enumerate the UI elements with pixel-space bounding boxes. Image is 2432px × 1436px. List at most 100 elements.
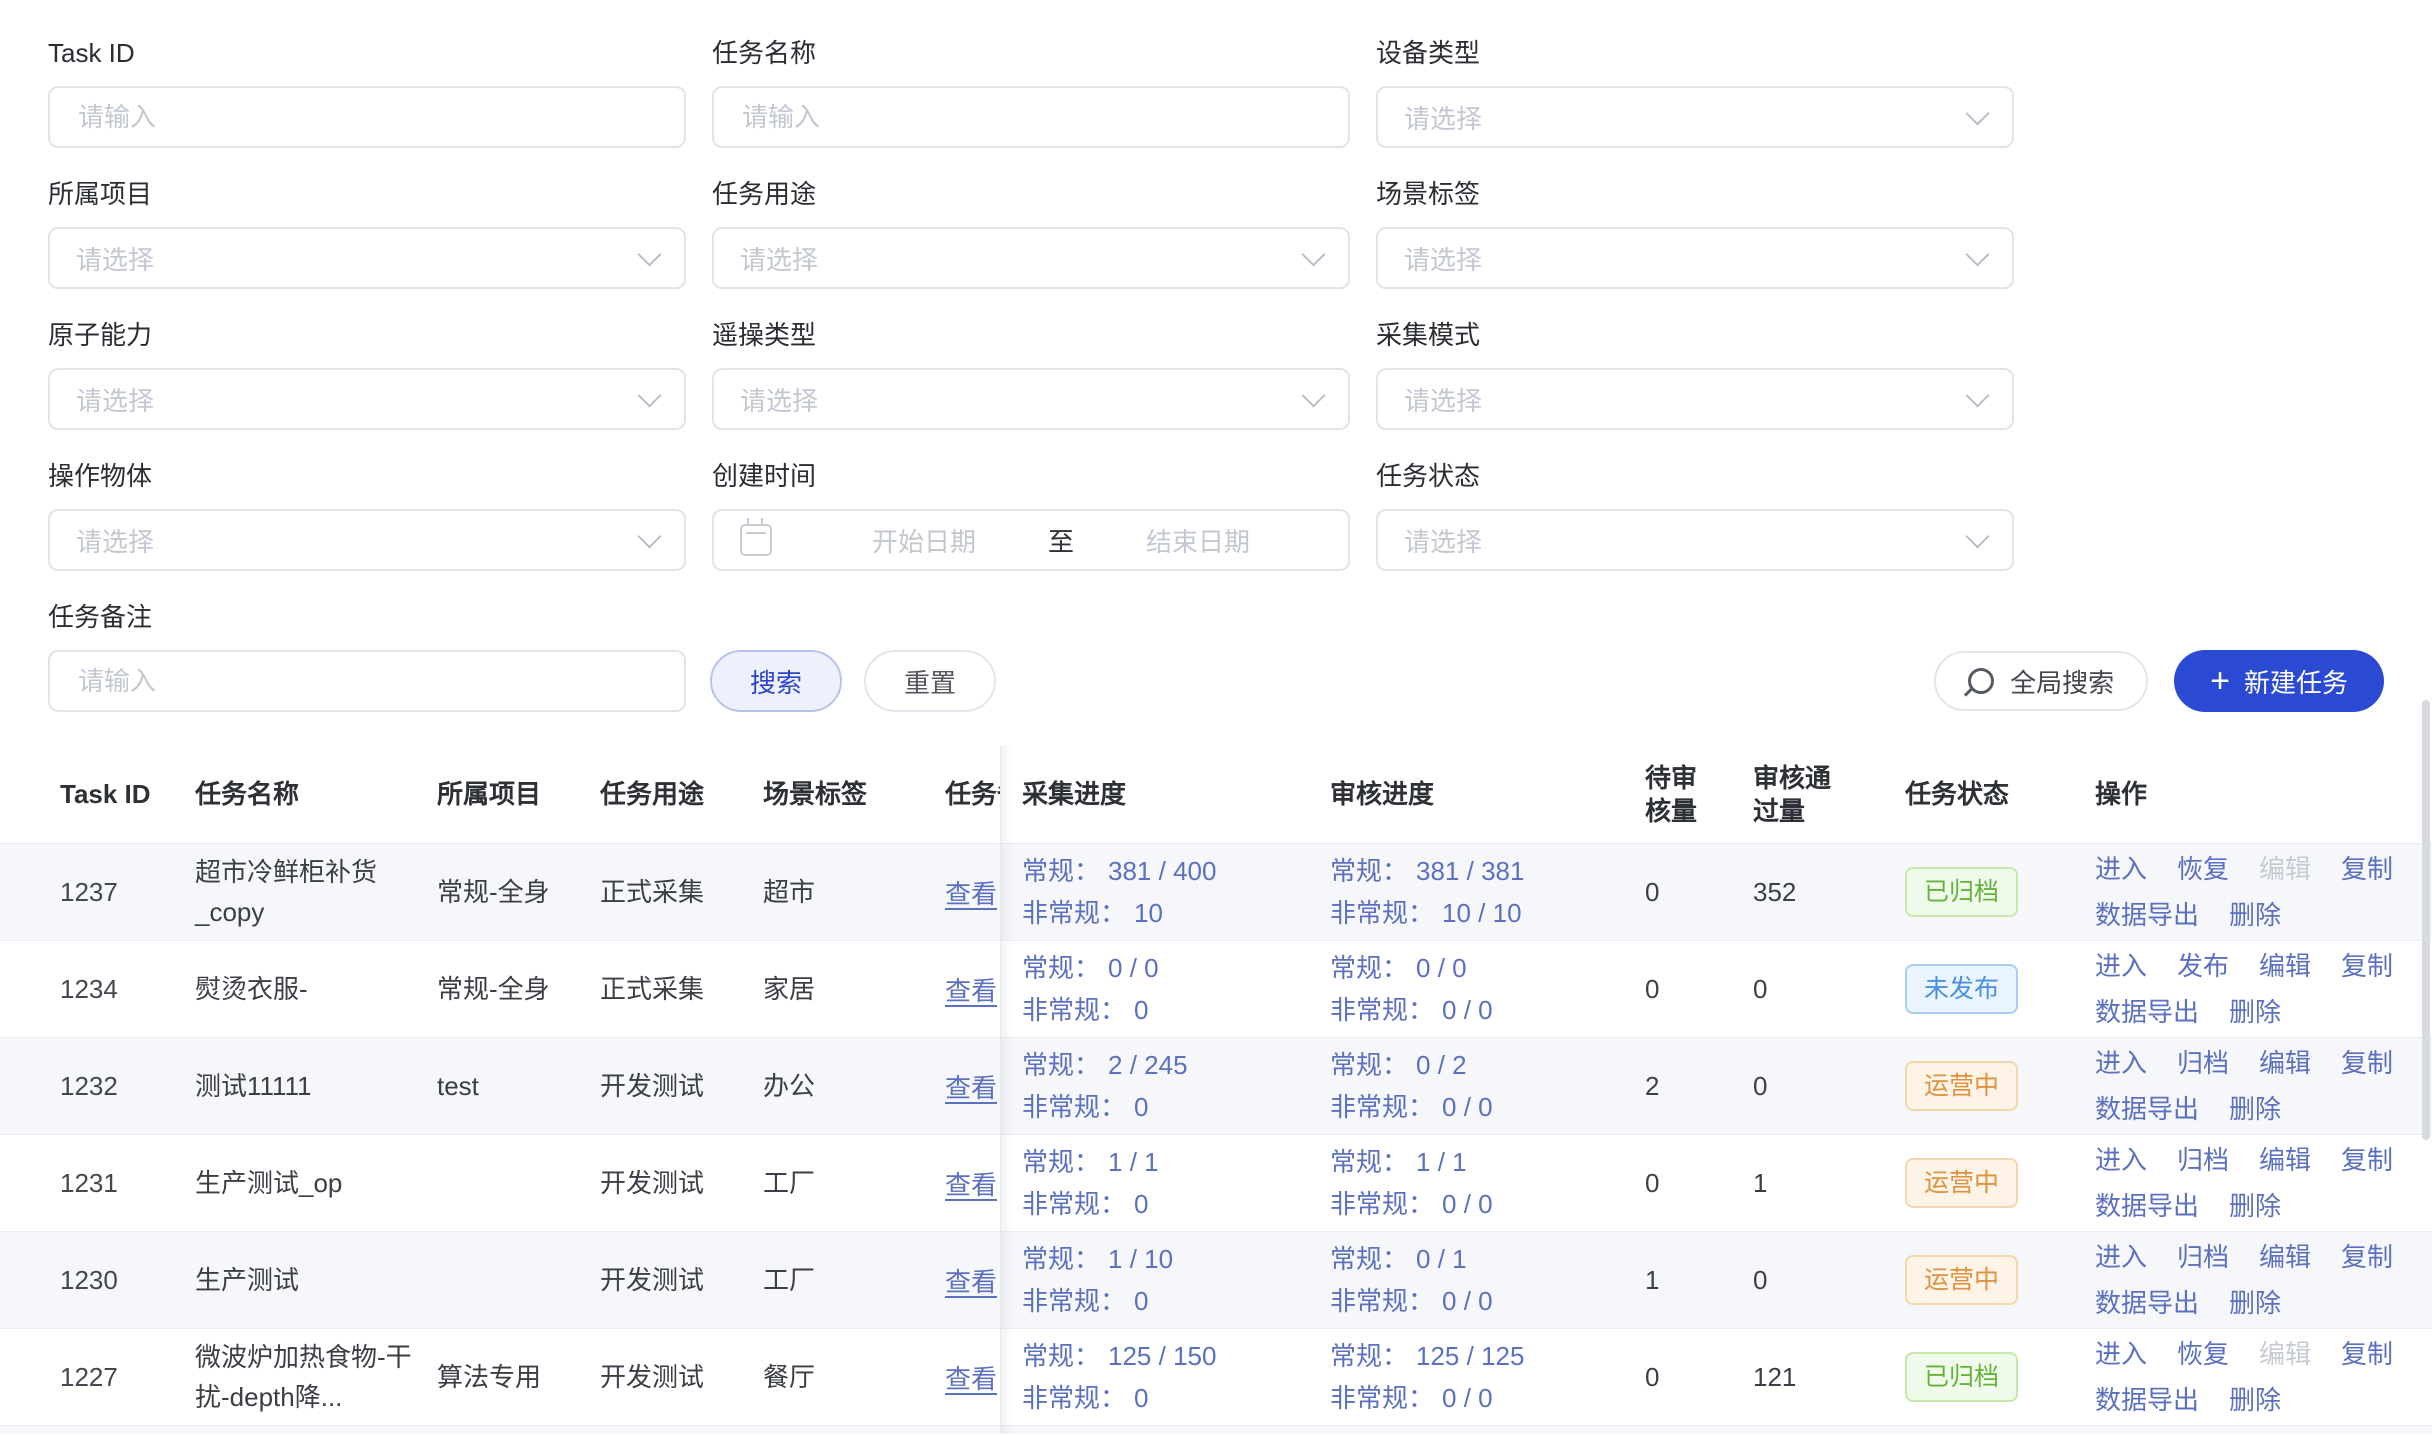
select-placeholder: 请选择 <box>76 522 154 559</box>
filter-select-device-type[interactable]: 请选择 <box>1376 86 2014 148</box>
project-value: test <box>437 1066 479 1106</box>
progress-label: 非常规： <box>1330 1189 1434 1219</box>
action-export[interactable]: 数据导出 <box>2095 995 2199 1029</box>
progress-value: 1 / 1 <box>1416 1147 1467 1177</box>
progress-label: 常规： <box>1330 953 1408 983</box>
chevron-down-icon <box>637 524 661 548</box>
filter-label-object: 操作物体 <box>48 459 686 493</box>
progress-line: 常规：381 / 400 <box>1022 850 1216 892</box>
action-enter[interactable]: 进入 <box>2095 1337 2147 1371</box>
approved-count: 121 <box>1753 1362 1796 1393</box>
action-edit[interactable]: 编辑 <box>2259 1143 2311 1177</box>
filter-select-object[interactable]: 请选择 <box>48 509 686 571</box>
pending-count: 0 <box>1645 877 1659 908</box>
action-edit[interactable]: 编辑 <box>2259 1046 2311 1080</box>
task-id-value: 1234 <box>60 974 118 1005</box>
action-export[interactable]: 数据导出 <box>2095 898 2199 932</box>
action-enter[interactable]: 进入 <box>2095 1143 2147 1177</box>
action-delete[interactable]: 删除 <box>2229 1189 2281 1223</box>
search-icon <box>1968 668 1994 694</box>
column-header-purpose: 任务用途 <box>600 746 763 843</box>
view-remark-link[interactable]: 查看 <box>945 874 997 911</box>
cell-remark: 查看 <box>945 844 1000 940</box>
action-delete[interactable]: 删除 <box>2229 1286 2281 1320</box>
action-enter[interactable]: 进入 <box>2095 1046 2147 1080</box>
task-management-page: Task ID任务名称设备类型请选择所属项目请选择任务用途请选择场景标签请选择原… <box>0 0 2432 1436</box>
action-export[interactable]: 数据导出 <box>2095 1092 2199 1126</box>
filter-select-task-status[interactable]: 请选择 <box>1376 509 2014 571</box>
purpose-value: 正式采集 <box>600 872 704 912</box>
action-export[interactable]: 数据导出 <box>2095 1383 2199 1417</box>
action-copy[interactable]: 复制 <box>2341 1337 2393 1371</box>
action-archive[interactable]: 归档 <box>2177 1143 2229 1177</box>
action-restore[interactable]: 恢复 <box>2177 852 2229 886</box>
action-enter[interactable]: 进入 <box>2095 1240 2147 1274</box>
action-delete[interactable]: 删除 <box>2229 1383 2281 1417</box>
table-row: 1230生产测试开发测试工厂查看常规：1 / 10非常规：0常规：0 / 1非常… <box>0 1232 2432 1329</box>
cell-purpose: 开发测试 <box>600 1329 763 1425</box>
filter-label-project: 所属项目 <box>48 177 686 211</box>
view-remark-link[interactable]: 查看 <box>945 1262 997 1299</box>
filter-select-project[interactable]: 请选择 <box>48 227 686 289</box>
action-edit[interactable]: 编辑 <box>2259 852 2311 886</box>
progress-line: 常规：2 / 245 <box>1022 1044 1188 1086</box>
progress-value: 0 / 0 <box>1108 953 1159 983</box>
filter-field-purpose: 任务用途请选择 <box>712 177 1350 289</box>
action-archive[interactable]: 归档 <box>2177 1046 2229 1080</box>
action-enter[interactable]: 进入 <box>2095 852 2147 886</box>
progress-line: 非常规：0 / 0 <box>1330 989 1493 1031</box>
cell-name: 生产测试 <box>195 1232 437 1328</box>
filter-input-task-id[interactable] <box>48 86 686 148</box>
action-copy[interactable]: 复制 <box>2341 1240 2393 1274</box>
filter-select-collect-mode[interactable]: 请选择 <box>1376 368 2014 430</box>
cell-collect: 常规：2 / 245非常规：0 <box>1000 1038 1330 1134</box>
filter-input-task-remark[interactable] <box>48 650 686 712</box>
action-delete[interactable]: 删除 <box>2229 898 2281 932</box>
reset-button[interactable]: 重置 <box>864 650 996 712</box>
action-restore[interactable]: 恢复 <box>2177 1337 2229 1371</box>
filter-input-task-name[interactable] <box>712 86 1350 148</box>
action-copy[interactable]: 复制 <box>2341 1143 2393 1177</box>
column-label: 任务用途 <box>600 778 704 811</box>
column-label: 操作 <box>2095 778 2147 811</box>
action-export[interactable]: 数据导出 <box>2095 1189 2199 1223</box>
filter-field-device-type: 设备类型请选择 <box>1376 36 2014 148</box>
action-edit[interactable]: 编辑 <box>2259 1337 2311 1371</box>
search-button[interactable]: 搜索 <box>710 650 842 712</box>
cell-approved: 0 <box>1745 1038 1905 1134</box>
vertical-scrollbar-thumb[interactable] <box>2422 700 2430 1140</box>
task-name-value: 生产测试_op <box>195 1163 342 1203</box>
global-search-button[interactable]: 全局搜索 <box>1934 651 2148 711</box>
column-header-status: 任务状态 <box>1905 746 2095 843</box>
action-copy[interactable]: 复制 <box>2341 852 2393 886</box>
progress-value: 0 / 1 <box>1416 1244 1467 1274</box>
filter-select-purpose[interactable]: 请选择 <box>712 227 1350 289</box>
pending-count: 0 <box>1645 974 1659 1005</box>
action-copy[interactable]: 复制 <box>2341 1046 2393 1080</box>
action-delete[interactable]: 删除 <box>2229 995 2281 1029</box>
action-edit[interactable]: 编辑 <box>2259 1240 2311 1274</box>
view-remark-link[interactable]: 查看 <box>945 1165 997 1202</box>
filter-daterange-create-time[interactable]: 开始日期至结束日期 <box>712 509 1350 571</box>
view-remark-link[interactable]: 查看 <box>945 1068 997 1105</box>
filter-field-task-status: 任务状态请选择 <box>1376 459 2014 571</box>
filter-label-purpose: 任务用途 <box>712 177 1350 211</box>
action-publish[interactable]: 发布 <box>2177 949 2229 983</box>
column-label: Task ID <box>60 778 151 811</box>
action-export[interactable]: 数据导出 <box>2095 1286 2199 1320</box>
column-label: 审核进度 <box>1330 778 1434 811</box>
action-edit[interactable]: 编辑 <box>2259 949 2311 983</box>
filter-select-scene-tag[interactable]: 请选择 <box>1376 227 2014 289</box>
view-remark-link[interactable]: 查看 <box>945 1359 997 1396</box>
action-copy[interactable]: 复制 <box>2341 949 2393 983</box>
new-task-button[interactable]: + 新建任务 <box>2174 650 2384 712</box>
view-remark-link[interactable]: 查看 <box>945 971 997 1008</box>
cell-status: 已归档 <box>1905 1329 2095 1425</box>
cell-review: 常规：0 / 2非常规：0 / 0 <box>1330 1038 1635 1134</box>
filter-field-task-name: 任务名称 <box>712 36 1350 148</box>
action-delete[interactable]: 删除 <box>2229 1092 2281 1126</box>
filter-select-teleop-type[interactable]: 请选择 <box>712 368 1350 430</box>
filter-select-atomic-capability[interactable]: 请选择 <box>48 368 686 430</box>
action-archive[interactable]: 归档 <box>2177 1240 2229 1274</box>
action-enter[interactable]: 进入 <box>2095 949 2147 983</box>
